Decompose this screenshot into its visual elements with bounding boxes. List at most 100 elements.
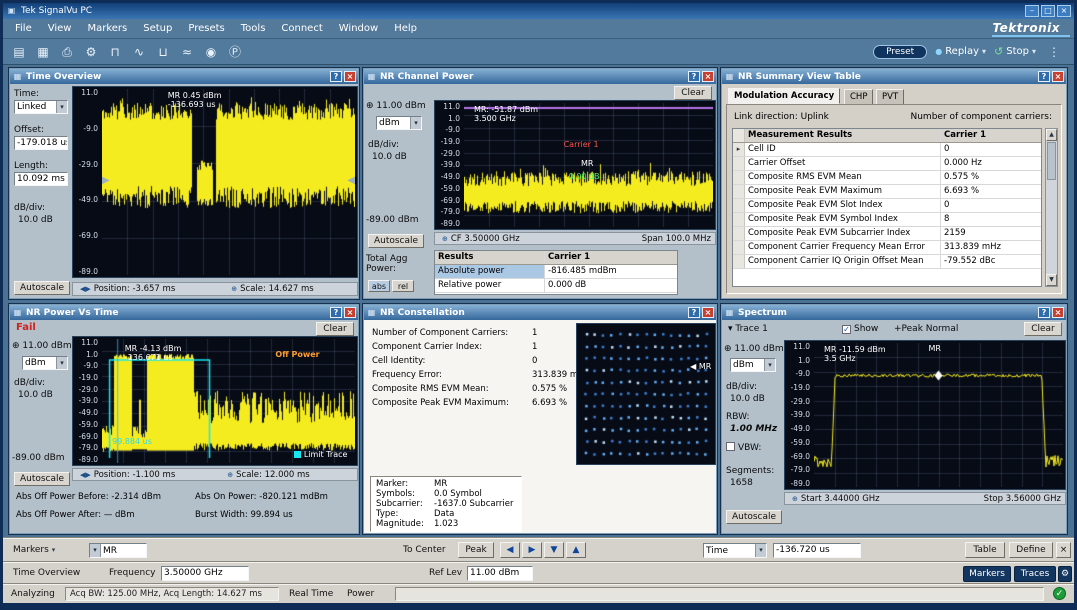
table-row[interactable]: Carrier Offset0.000 Hz [733,157,1041,171]
minimize-button[interactable]: – [1025,5,1039,17]
maximize-button[interactable]: □ [1041,5,1055,17]
table-row[interactable]: Composite Peak EVM Slot Index0 [733,199,1041,213]
menu-window[interactable]: Window [331,21,386,36]
marker-select[interactable]: ▾MR [89,543,147,558]
close-button[interactable]: × [1057,5,1071,17]
peak-higher-button[interactable]: ▲ [566,542,586,558]
scroll-down-icon[interactable]: ▼ [1046,274,1057,286]
step-measure-icon[interactable]: ⊔ [152,42,174,62]
pulse-measure-icon[interactable]: ⊓ [104,42,126,62]
rel-button[interactable]: rel [392,280,414,292]
clear-button[interactable]: Clear [1024,322,1062,336]
table-scrollbar[interactable]: ▲ ▼ [1045,128,1058,287]
help-button[interactable]: ? [330,71,342,82]
constellation-chart[interactable]: ◀ MR [576,323,716,465]
camera-icon[interactable]: ◉ [200,42,222,62]
offset-field[interactable]: -179.018 us [14,136,68,150]
pvt-plot[interactable]: MR -4.13 dBm-136.671 us Off Power 99.884… [102,339,355,463]
clear-button[interactable]: Clear [316,322,354,336]
peak-left-button[interactable]: ◀ [500,542,520,558]
autoscale-button[interactable]: Autoscale [14,281,70,295]
autoscale-button[interactable]: Autoscale [14,472,70,486]
table-row[interactable]: Component Carrier Frequency Mean Error31… [733,241,1041,255]
table-row[interactable]: Composite Peak EVM Subcarrier Index2159 [733,227,1041,241]
table-button[interactable]: Table [965,542,1005,558]
table-row[interactable]: Composite RMS EVM Mean0.575 % [733,171,1041,185]
vbw-checkbox[interactable]: VBW: [726,442,761,453]
close-panel-button[interactable]: × [702,307,714,318]
spectrum-chart[interactable]: 11.01.0-9.0-19.0-29.0-39.0-49.0-59.0-69.… [784,340,1066,490]
menu-file[interactable]: File [7,21,40,36]
show-checkbox[interactable]: ✓Show [842,324,878,334]
constellation-plot[interactable]: ◀ MR [578,325,714,463]
help-button[interactable]: ? [1038,307,1050,318]
help-button[interactable]: ? [330,307,342,318]
pan-handle-right-icon[interactable]: ◀ [347,175,355,186]
menu-setup[interactable]: Setup [135,21,180,36]
open-icon[interactable]: ▤ [8,42,30,62]
markers-menu[interactable]: Markers ▾ [13,545,55,555]
preset-p-icon[interactable]: Ⓟ [224,42,246,62]
tab-pvt[interactable]: PVT [876,89,904,105]
ripple-measure-icon[interactable]: ≈ [176,42,198,62]
autoscale-button[interactable]: Autoscale [726,510,782,524]
peak-lower-button[interactable]: ▼ [544,542,564,558]
table-row[interactable]: Composite Peak EVM Symbol Index8 [733,213,1041,227]
help-button[interactable]: ? [1038,71,1050,82]
save-icon[interactable]: ▦ [32,42,54,62]
timeoverview-canvas[interactable] [102,89,355,275]
abs-button[interactable]: abs [368,280,390,292]
gear-icon[interactable]: ⚙ [1058,566,1072,582]
scrollbar-thumb[interactable] [1047,142,1056,180]
markers-panel-button[interactable]: Markers [963,566,1011,582]
time-overview-plot[interactable]: MR 0.45 dBm-136.693 us ▶ ◀ [102,89,355,275]
frequency-field[interactable]: 3.50000 GHz [161,566,249,581]
unit-select[interactable]: dBm▾ [376,116,422,130]
channel-power-plot[interactable]: MR: -51.87 dBm3.500 GHz Carrier 1 MR 0.0… [464,103,713,227]
menu-view[interactable]: View [40,21,80,36]
setup-icon[interactable]: ⚙ [80,42,102,62]
table-row[interactable]: Component Carrier IQ Origin Offset Mean-… [733,255,1041,269]
autoscale-button[interactable]: Autoscale [368,234,424,248]
more-options-icon[interactable]: ⋮ [1044,45,1064,59]
close-markers-bar-button[interactable]: × [1056,542,1071,558]
channel-power-chart[interactable]: 11.01.0-9.0-19.0-29.0-39.0-49.0-59.0-69.… [434,100,716,230]
close-panel-button[interactable]: × [344,307,356,318]
menu-presets[interactable]: Presets [180,21,232,36]
marker-position-field[interactable]: -136.720 us [773,543,861,558]
tab-modulation-accuracy[interactable]: Modulation Accuracy [728,88,840,104]
tab-chp[interactable]: CHP [844,89,873,105]
menu-connect[interactable]: Connect [273,21,330,36]
help-button[interactable]: ? [688,307,700,318]
help-button[interactable]: ? [688,71,700,82]
close-panel-button[interactable]: × [1052,71,1064,82]
preset-button[interactable]: Preset [873,45,927,59]
length-field[interactable]: 10.092 ms [14,172,68,186]
define-button[interactable]: Define [1009,542,1053,558]
replay-control[interactable]: ● Replay ▾ [935,46,986,57]
print-icon[interactable]: ⎙ [56,42,78,62]
pan-handle-left-icon[interactable]: ▶ [102,175,110,186]
close-panel-button[interactable]: × [702,71,714,82]
peak-right-button[interactable]: ▶ [522,542,542,558]
menu-markers[interactable]: Markers [79,21,135,36]
close-panel-button[interactable]: × [1052,307,1064,318]
traces-panel-button[interactable]: Traces [1014,566,1056,582]
time-mode-select[interactable]: Linked▾ [14,100,68,114]
peak-button[interactable]: Peak [458,542,494,558]
unit-select[interactable]: dBm▾ [730,358,776,372]
to-center-button[interactable]: To Center [403,545,446,555]
marker-domain-select[interactable]: Time▾ [703,543,767,558]
spectrum-canvas[interactable] [814,343,1063,487]
constellation-canvas[interactable] [578,325,714,463]
stop-control[interactable]: ↺ Stop ▾ [994,45,1036,58]
clear-button[interactable]: Clear [674,86,712,100]
wave-measure-icon[interactable]: ∿ [128,42,150,62]
pvt-chart[interactable]: 11.01.0-9.0-19.0-29.0-39.0-49.0-59.0-69.… [72,336,358,466]
close-panel-button[interactable]: × [344,71,356,82]
menu-tools[interactable]: Tools [233,21,274,36]
ref-level-field[interactable]: 11.00 dBm [467,566,533,581]
unit-select[interactable]: dBm▾ [22,356,68,370]
scroll-up-icon[interactable]: ▲ [1046,129,1057,141]
spectrum-plot[interactable]: MR -11.59 dBm3.5 GHz MR [814,343,1063,487]
